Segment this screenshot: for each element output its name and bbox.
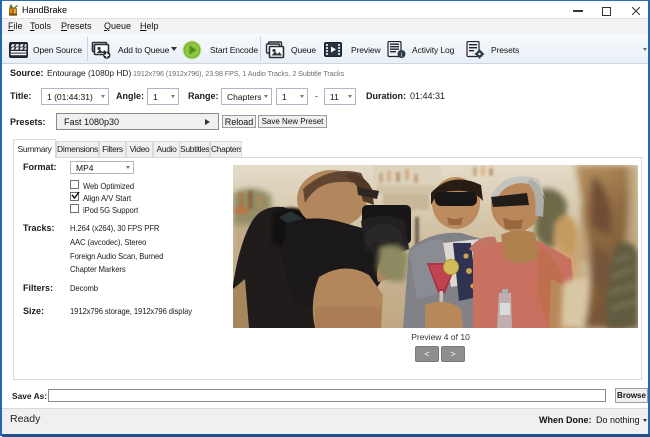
svg-text:i: i: [401, 52, 403, 59]
